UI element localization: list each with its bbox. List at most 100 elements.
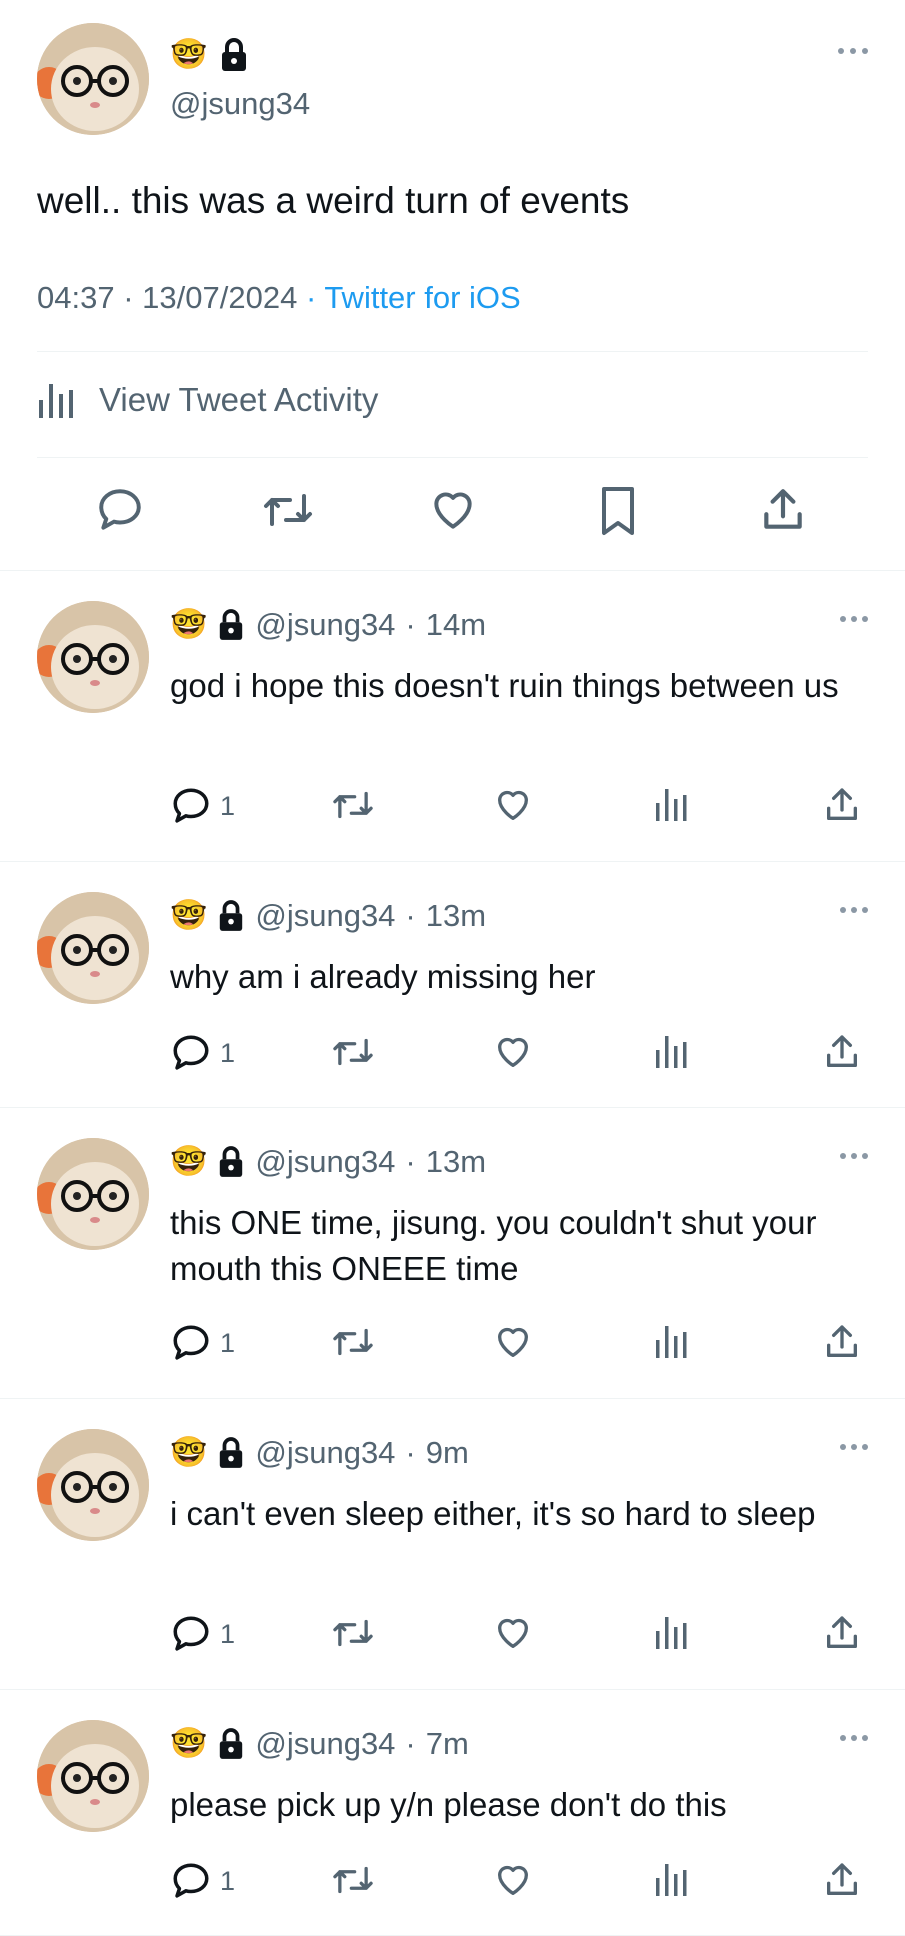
meta-separator: ·: [405, 607, 416, 642]
reply-icon: [173, 1035, 209, 1070]
reply-actions: 1: [0, 1322, 905, 1368]
retweet-icon[interactable]: [330, 1860, 376, 1900]
like-icon[interactable]: [492, 785, 534, 825]
user-handle[interactable]: @jsung34: [170, 86, 310, 122]
activity-label: View Tweet Activity: [99, 381, 379, 418]
bookmark-icon[interactable]: [594, 485, 642, 537]
reply-icon: [173, 1325, 209, 1360]
avatar[interactable]: [37, 601, 149, 713]
reply-button[interactable]: 1: [170, 1032, 235, 1074]
nerd-emoji: 🤓: [170, 899, 208, 932]
meta-separator: ·: [123, 280, 134, 315]
main-tweet: 🤓 @jsung34 well.. this was a weird turn …: [0, 0, 905, 571]
reply-count: 1: [220, 1327, 236, 1358]
reply-actions: 1: [0, 1032, 905, 1078]
share-icon[interactable]: [822, 1322, 862, 1362]
share-icon[interactable]: [822, 785, 862, 825]
lock-icon: [217, 609, 245, 641]
reply-tweet[interactable]: 🤓 @jsung34 · 13m this ONE time, jisung. …: [0, 1108, 905, 1399]
share-icon[interactable]: [758, 485, 808, 535]
more-icon[interactable]: [839, 615, 869, 623]
reply-text: please pick up y/n please don't do this: [170, 1786, 727, 1823]
share-icon[interactable]: [822, 1613, 862, 1653]
analytics-icon[interactable]: [655, 1322, 691, 1360]
reply-count: 1: [220, 1037, 236, 1068]
reply-time: 14m: [425, 607, 487, 642]
avatar[interactable]: [37, 1720, 149, 1832]
reply-icon[interactable]: [95, 485, 145, 535]
meta-separator: ·: [405, 898, 416, 933]
reply-button[interactable]: 1: [170, 1322, 235, 1364]
replies-list: 🤓 @jsung34 · 14m god i hope this doesn't…: [0, 571, 905, 1936]
analytics-icon[interactable]: [655, 1860, 691, 1898]
user-handle[interactable]: @jsung34: [255, 1144, 395, 1180]
avatar[interactable]: [37, 1138, 149, 1250]
reply-count: 1: [220, 790, 236, 821]
nerd-emoji: 🤓: [170, 1436, 208, 1469]
reply-header: 🤓 @jsung34 · 14m: [170, 607, 486, 643]
tweet-source[interactable]: Twitter for iOS: [324, 280, 520, 315]
view-tweet-activity[interactable]: View Tweet Activity: [37, 380, 378, 420]
meta-separator: ·: [405, 1726, 416, 1761]
retweet-icon[interactable]: [260, 485, 316, 535]
more-icon[interactable]: [839, 1443, 869, 1451]
analytics-icon[interactable]: [655, 1032, 691, 1070]
share-icon[interactable]: [822, 1032, 862, 1072]
reply-tweet[interactable]: 🤓 @jsung34 · 13m why am i already missin…: [0, 862, 905, 1108]
reply-time: 9m: [425, 1435, 469, 1470]
like-icon[interactable]: [427, 485, 479, 535]
avatar[interactable]: [37, 23, 149, 135]
reply-tweet[interactable]: 🤓 @jsung34 · 7m please pick up y/n pleas…: [0, 1690, 905, 1936]
avatar[interactable]: [37, 892, 149, 1004]
reply-time: 13m: [425, 898, 487, 933]
reply-actions: 1: [0, 1860, 905, 1906]
analytics-icon[interactable]: [655, 785, 691, 823]
reply-count: 1: [220, 1865, 236, 1896]
reply-tweet[interactable]: 🤓 @jsung34 · 14m god i hope this doesn't…: [0, 571, 905, 862]
like-icon[interactable]: [492, 1613, 534, 1653]
user-handle[interactable]: @jsung34: [255, 898, 395, 934]
like-icon[interactable]: [492, 1860, 534, 1900]
reply-icon: [173, 1616, 209, 1651]
like-icon[interactable]: [492, 1322, 534, 1362]
retweet-icon[interactable]: [330, 1322, 376, 1362]
more-icon[interactable]: [837, 46, 869, 56]
lock-icon: [219, 38, 249, 72]
reply-text: this ONE time, jisung. you couldn't shut…: [170, 1204, 817, 1287]
more-icon[interactable]: [839, 1152, 869, 1160]
reply-time: 13m: [425, 1144, 487, 1179]
nerd-emoji: 🤓: [170, 1145, 208, 1178]
user-handle[interactable]: @jsung34: [255, 607, 395, 643]
reply-actions: 1: [0, 1613, 905, 1659]
retweet-icon[interactable]: [330, 1613, 376, 1653]
retweet-icon[interactable]: [330, 785, 376, 825]
avatar[interactable]: [37, 1429, 149, 1541]
user-handle[interactable]: @jsung34: [255, 1726, 395, 1762]
reply-count: 1: [220, 1618, 236, 1649]
lock-icon: [217, 1728, 245, 1760]
meta-separator: ·: [305, 280, 317, 315]
tweet-meta: 04:37 · 13/07/2024 · Twitter for iOS: [37, 280, 521, 316]
tweet-text: well.. this was a weird turn of events: [37, 180, 630, 221]
reply-button[interactable]: 1: [170, 1860, 235, 1902]
divider: [37, 351, 868, 352]
user-handle[interactable]: @jsung34: [255, 1435, 395, 1471]
reply-button[interactable]: 1: [170, 785, 235, 827]
meta-separator: ·: [405, 1435, 416, 1470]
nerd-emoji: 🤓: [170, 1727, 208, 1760]
user-badges: 🤓: [170, 38, 249, 72]
share-icon[interactable]: [822, 1860, 862, 1900]
reply-tweet[interactable]: 🤓 @jsung34 · 9m i can't even sleep eithe…: [0, 1399, 905, 1690]
reply-header: 🤓 @jsung34 · 9m: [170, 1435, 469, 1471]
more-icon[interactable]: [839, 906, 869, 914]
nerd-emoji: 🤓: [170, 608, 208, 641]
retweet-icon[interactable]: [330, 1032, 376, 1072]
reply-header: 🤓 @jsung34 · 7m: [170, 1726, 469, 1762]
analytics-icon[interactable]: [655, 1613, 691, 1651]
reply-time: 7m: [425, 1726, 469, 1761]
more-icon[interactable]: [839, 1734, 869, 1742]
reply-button[interactable]: 1: [170, 1613, 235, 1655]
lock-icon: [217, 1437, 245, 1469]
reply-text: why am i already missing her: [170, 958, 596, 995]
like-icon[interactable]: [492, 1032, 534, 1072]
